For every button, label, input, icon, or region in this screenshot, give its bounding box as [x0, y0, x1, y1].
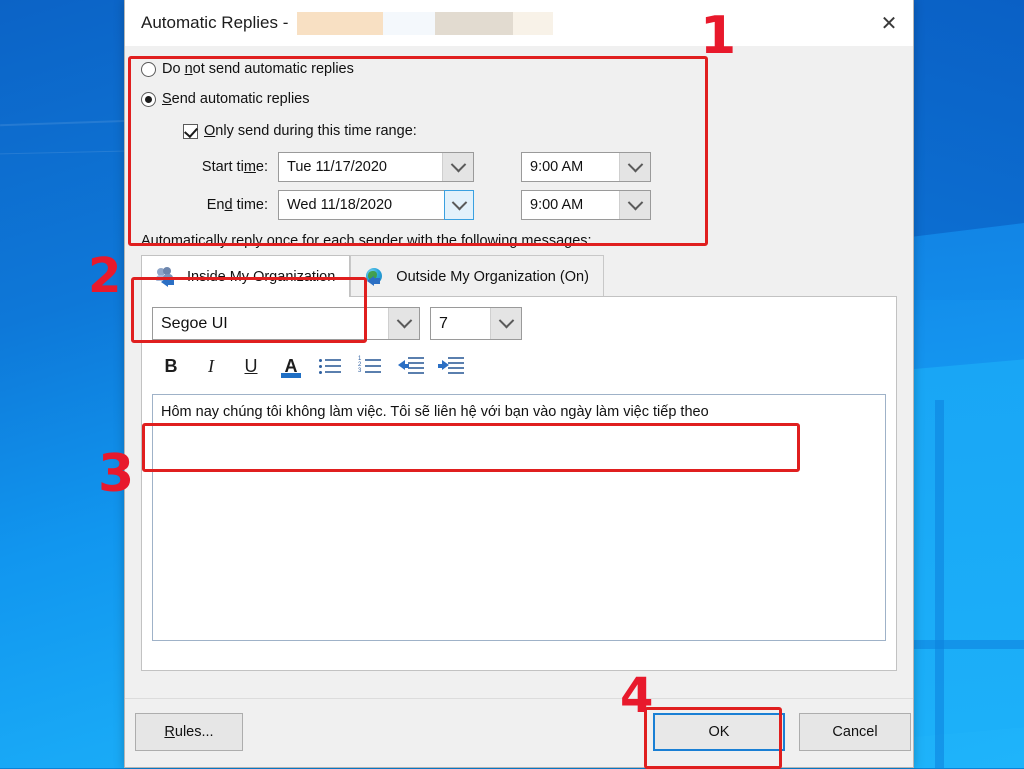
start-time-dropdown-arrow[interactable] — [619, 153, 650, 181]
font-family-combobox[interactable]: Segoe UI — [152, 307, 420, 340]
end-time-label: End time: — [206, 197, 268, 213]
chevron-down-icon — [498, 312, 514, 329]
organization-tabs: Inside My Organization Outside My Organi… — [141, 255, 897, 297]
rules-button[interactable]: Rules... — [135, 713, 243, 751]
redaction-block-2 — [383, 11, 436, 35]
redaction-block-4 — [513, 11, 554, 35]
bold-icon: B — [164, 355, 178, 376]
dialog-footer: Rules... OK Cancel — [125, 698, 913, 767]
send-replies-radio-row[interactable]: Send automatic replies — [141, 84, 897, 114]
font-family-dropdown-arrow[interactable] — [388, 308, 419, 339]
chevron-down-icon — [627, 156, 643, 172]
time-range-checkbox-row[interactable]: Only send during this time range: — [183, 114, 897, 148]
redaction-block-3 — [435, 11, 514, 35]
bullet-list-button[interactable] — [318, 353, 344, 379]
do-not-send-radio-row[interactable]: Do not send automatic replies — [141, 54, 897, 84]
font-toolbar: Segoe UI 7 — [152, 307, 886, 340]
underline-button[interactable]: U — [238, 353, 264, 379]
cancel-button[interactable]: Cancel — [799, 713, 911, 751]
chevron-down-icon — [396, 312, 412, 329]
annotation-number-3: 3 — [98, 444, 135, 504]
close-icon: ✕ — [880, 11, 898, 35]
rules-button-label: Rules... — [164, 724, 214, 740]
people-icon — [156, 266, 178, 287]
globe-icon — [365, 267, 387, 287]
inside-my-organization-tab[interactable]: Inside My Organization — [141, 255, 351, 297]
message-textarea[interactable]: Hôm nay chúng tôi không làm việc. Tôi sẽ… — [152, 394, 886, 641]
italic-icon: I — [208, 355, 214, 376]
numbered-list-icon: 1 2 3 — [358, 355, 384, 377]
start-time-combobox[interactable]: 9:00 AM — [521, 152, 651, 182]
annotation-number-2: 2 — [88, 248, 122, 304]
wallpaper-pane-horizontal — [900, 640, 1024, 649]
dialog-title-bar: Automatic Replies - ✕ — [125, 0, 913, 46]
end-time-dropdown-arrow[interactable] — [619, 191, 650, 219]
end-date-combobox[interactable]: Wed 11/18/2020 — [278, 190, 474, 220]
do-not-send-radio[interactable] — [141, 61, 156, 77]
chevron-down-icon — [627, 194, 643, 210]
annotation-number-4: 4 — [620, 668, 654, 724]
chevron-down-icon — [451, 194, 467, 210]
ok-button-label: OK — [708, 724, 730, 740]
redaction-block-1 — [297, 11, 384, 35]
italic-button[interactable]: I — [198, 353, 224, 379]
ok-button[interactable]: OK — [653, 713, 785, 751]
automatic-replies-dialog: Automatic Replies - ✕ Do not send automa… — [124, 0, 914, 768]
start-time-row: Start time: Tue 11/17/2020 9:00 AM — [183, 148, 897, 186]
end-date-value: Wed 11/18/2020 — [287, 197, 393, 213]
decrease-indent-icon — [398, 355, 424, 377]
end-time-value: 9:00 AM — [530, 197, 584, 213]
auto-reply-hint: Automatically reply once for each sender… — [141, 233, 592, 249]
format-toolbar: B I U A 1 2 3 — [152, 346, 886, 386]
end-time-combobox[interactable]: 9:00 AM — [521, 190, 651, 220]
dialog-body: Do not send automatic replies Send autom… — [125, 54, 913, 671]
font-size-value: 7 — [439, 314, 448, 332]
send-replies-radio[interactable] — [141, 91, 156, 107]
time-range-label: Only send during this time range: — [204, 123, 417, 139]
outside-my-organization-tab[interactable]: Outside My Organization (On) — [350, 255, 604, 297]
increase-indent-button[interactable] — [438, 353, 464, 379]
font-color-button[interactable]: A — [278, 353, 304, 379]
decrease-indent-button[interactable] — [398, 353, 424, 379]
inside-my-organization-tab-label: Inside My Organization — [187, 268, 336, 285]
font-size-dropdown-arrow[interactable] — [490, 308, 521, 339]
start-time-label: Start time: — [201, 159, 268, 175]
outside-my-organization-tab-label: Outside My Organization (On) — [396, 268, 589, 285]
cancel-button-label: Cancel — [832, 724, 878, 740]
bullet-list-icon — [318, 355, 344, 377]
annotation-number-1: 1 — [700, 6, 737, 66]
start-date-dropdown-arrow[interactable] — [442, 153, 473, 181]
message-editor-panel: Segoe UI 7 B I U A 1 2 3 Hôm nay chúng t… — [141, 296, 897, 671]
dialog-title: Automatic Replies - — [141, 13, 289, 32]
end-time-row: End time: Wed 11/18/2020 9:00 AM — [183, 186, 897, 224]
underline-icon: U — [244, 355, 258, 376]
bold-button[interactable]: B — [158, 353, 184, 379]
font-size-combobox[interactable]: 7 — [430, 307, 522, 340]
numbered-list-button[interactable]: 1 2 3 — [358, 353, 384, 379]
wallpaper-pane-vertical — [935, 400, 944, 768]
time-range-checkbox[interactable] — [183, 123, 198, 139]
end-date-dropdown-arrow[interactable] — [444, 190, 474, 220]
message-text: Hôm nay chúng tôi không làm việc. Tôi sẽ… — [161, 404, 709, 420]
close-window-button[interactable]: ✕ — [865, 0, 913, 46]
font-family-value: Segoe UI — [161, 314, 228, 332]
do-not-send-label: Do not send automatic replies — [162, 61, 354, 77]
send-replies-label: Send automatic replies — [162, 91, 310, 107]
start-date-value: Tue 11/17/2020 — [287, 159, 387, 175]
start-time-value: 9:00 AM — [530, 159, 584, 175]
chevron-down-icon — [450, 156, 466, 172]
increase-indent-icon — [438, 355, 464, 377]
start-date-combobox[interactable]: Tue 11/17/2020 — [278, 152, 474, 182]
